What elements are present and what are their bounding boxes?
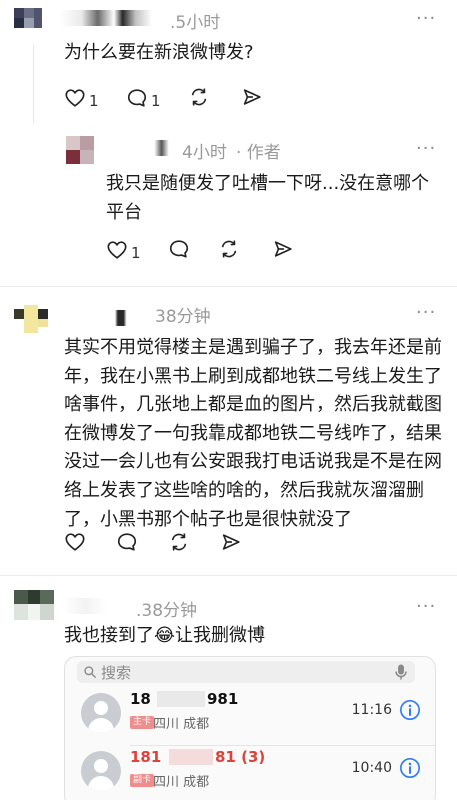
attached-image[interactable]: 搜索 18 981 主卡 四川 成都 11:16 181 81 (3) 副卡 四…	[64, 656, 436, 800]
timestamp: .38分钟	[136, 601, 198, 621]
reply-count: 1	[151, 92, 161, 110]
contact-avatar	[81, 751, 121, 791]
sim-badge: 副卡	[130, 774, 155, 787]
repost-button[interactable]	[168, 531, 190, 553]
more-icon[interactable]: ···	[416, 596, 436, 617]
comment-actions: 1 1	[64, 86, 264, 110]
info-icon[interactable]	[399, 757, 421, 779]
timestamp: .5小时	[170, 13, 221, 33]
like-button[interactable]: 1	[64, 86, 99, 110]
thread-line	[33, 44, 34, 124]
search-icon	[84, 666, 96, 678]
repost-button[interactable]	[188, 86, 210, 108]
comment-text: 为什么要在新浪微博发?	[64, 42, 254, 63]
avatar[interactable]	[66, 136, 94, 164]
reply-button[interactable]	[116, 531, 138, 553]
more-icon[interactable]: ···	[416, 138, 436, 159]
avatar[interactable]	[14, 8, 42, 36]
share-icon	[274, 241, 292, 257]
comment-text: 我也接到了😂让我删微博	[64, 622, 265, 651]
timestamp: 38分钟	[155, 307, 211, 327]
comment-text: 其实不用觉得楼主是遇到骗子了，我去年还是前 年，我在小黑书上刷到成都地铁二号线上…	[64, 337, 442, 530]
divider	[0, 575, 457, 576]
username[interactable]	[64, 598, 136, 614]
avatar[interactable]	[14, 590, 54, 620]
comment-feed: .5小时 ··· 为什么要在新浪微博发? 1 1 4小时 · 作者 ··· 我只…	[0, 0, 457, 800]
share-button[interactable]	[241, 86, 263, 108]
call-location: 四川 成都	[153, 775, 210, 790]
repost-icon	[221, 240, 237, 258]
comment-text: 我只是随便发了吐槽一下呀...没在意哪个 平台	[106, 173, 430, 223]
avatar[interactable]	[14, 305, 54, 333]
redacted-digits	[157, 691, 205, 707]
search-placeholder: 搜索	[101, 664, 132, 682]
comment-text-part: 我也接到了	[64, 625, 154, 646]
repost-icon	[171, 533, 187, 551]
sim-badge: 主卡	[130, 716, 155, 729]
phone-number-end: 981	[207, 690, 239, 708]
share-icon	[243, 89, 261, 105]
share-button[interactable]	[272, 238, 294, 260]
heart-icon	[65, 89, 85, 107]
more-icon[interactable]: ···	[416, 302, 436, 323]
laughing-emoji: 😂	[154, 625, 176, 646]
share-icon	[222, 534, 240, 550]
like-button[interactable]: 1	[106, 238, 141, 262]
username[interactable]	[104, 140, 176, 156]
call-location: 四川 成都	[153, 717, 210, 732]
search-bar: 搜索	[77, 661, 415, 683]
share-button[interactable]	[220, 531, 242, 553]
info-icon[interactable]	[399, 699, 421, 721]
repost-icon	[191, 88, 207, 106]
heart-icon	[65, 533, 85, 551]
repost-button[interactable]	[218, 238, 240, 260]
more-icon[interactable]: ···	[416, 8, 436, 29]
call-time: 10:40	[351, 760, 392, 776]
phone-number-start: 18	[130, 690, 151, 708]
call-time: 11:16	[351, 702, 392, 718]
comment-icon	[117, 533, 137, 551]
comment-icon	[127, 89, 147, 107]
phone-number-start: 181	[130, 748, 162, 766]
divider	[0, 286, 457, 287]
redacted-digits	[169, 749, 213, 765]
like-count: 1	[131, 244, 141, 262]
reply-button[interactable]	[168, 238, 190, 260]
like-button[interactable]	[64, 531, 86, 553]
like-count: 1	[89, 92, 99, 110]
username[interactable]	[60, 10, 168, 26]
contact-avatar	[81, 693, 121, 733]
microphone-icon	[395, 664, 407, 680]
call-entry[interactable]: 18 981 主卡 四川 成都 11:16	[65, 683, 435, 743]
author-tag: · 作者	[236, 143, 281, 163]
timestamp: 4小时	[182, 143, 227, 163]
comment-icon	[169, 240, 189, 258]
comment-text-part: 让我删微博	[175, 625, 266, 646]
comment-actions	[64, 531, 264, 555]
username[interactable]	[66, 310, 138, 326]
comment-actions: 1	[106, 238, 306, 262]
reply-button[interactable]: 1	[126, 86, 161, 110]
call-entry[interactable]: 181 81 (3) 副卡 四川 成都 10:40	[65, 741, 435, 800]
phone-number-end: 81 (3)	[215, 748, 266, 766]
heart-icon	[107, 241, 127, 259]
